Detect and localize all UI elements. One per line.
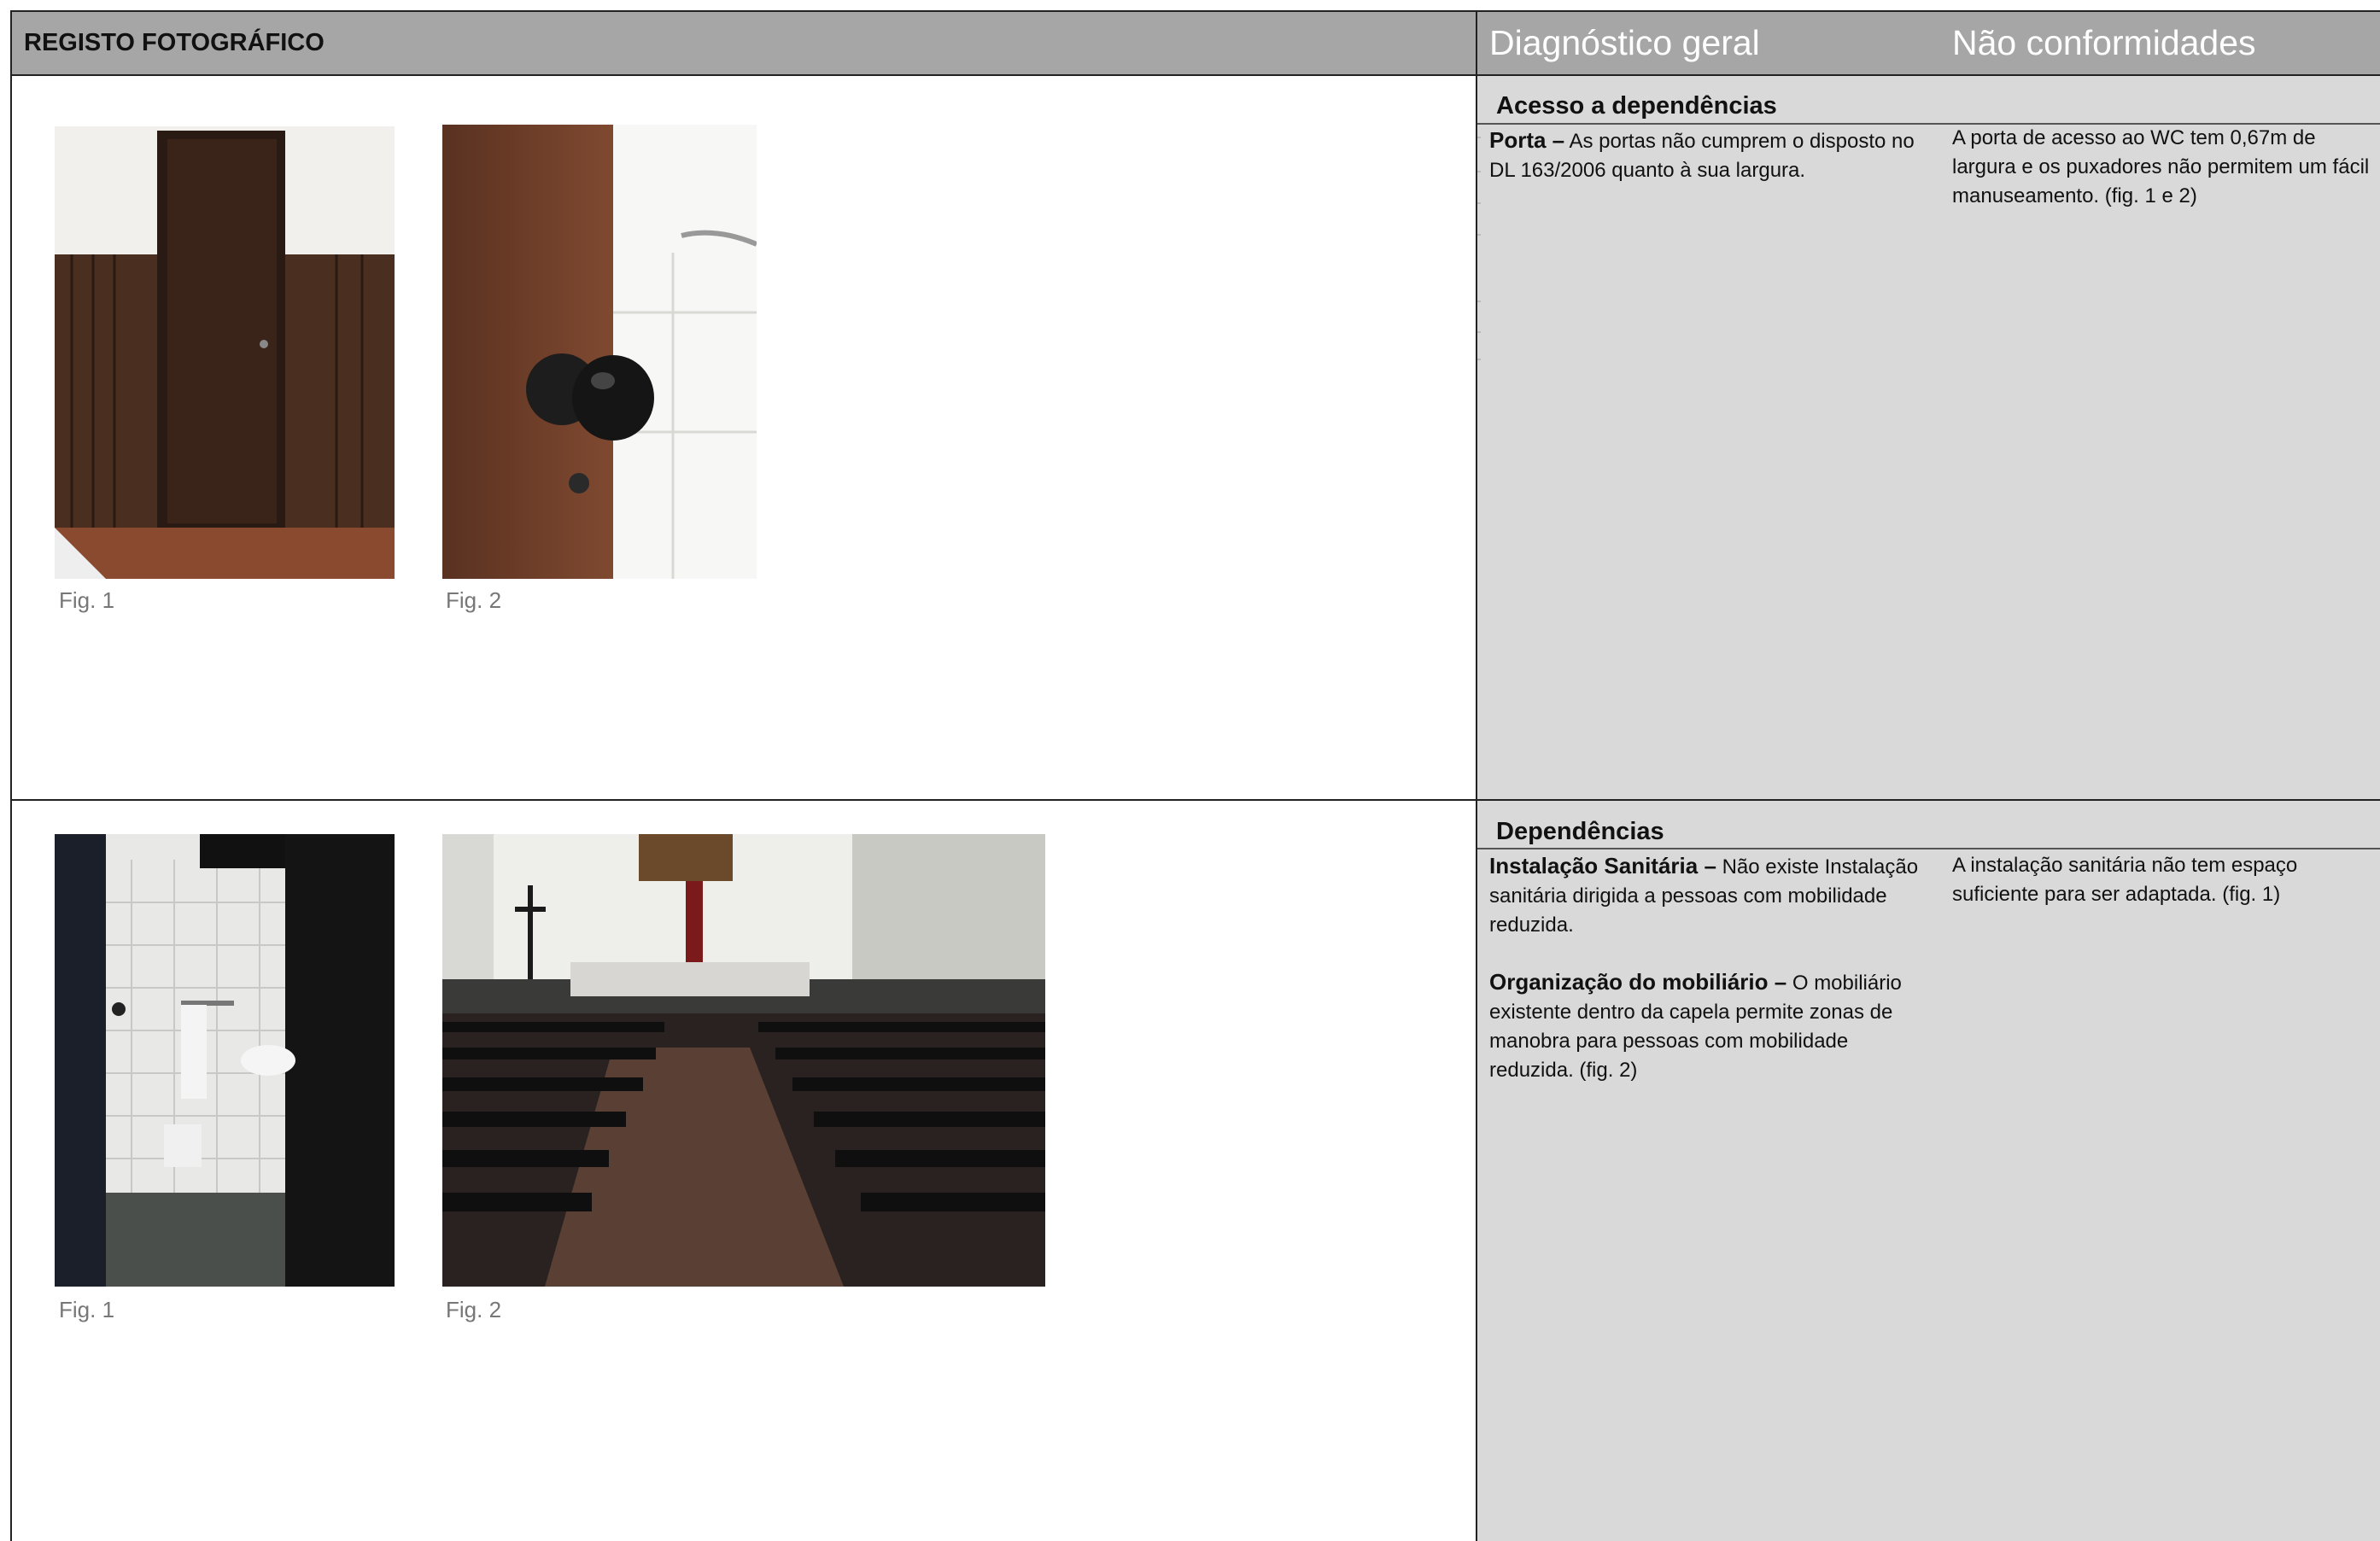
toilet-photo	[55, 834, 395, 1287]
toilet-label: Instalação Sanitária –	[1489, 853, 1716, 878]
margin-tick	[1477, 137, 1481, 138]
furniture-label: Organização do mobiliário –	[1489, 969, 1787, 995]
door-photo	[55, 126, 395, 579]
furniture-diagnosis: Organização do mobiliário – O mobiliário…	[1489, 967, 1933, 1085]
toilet-diagnosis: Instalação Sanitária – Não existe Instal…	[1489, 851, 1933, 940]
figure-caption: Fig. 2	[446, 587, 502, 613]
margin-tick	[1477, 171, 1481, 172]
door-label: Porta –	[1489, 127, 1565, 153]
margin-tick	[1477, 301, 1481, 302]
margin-tick	[1477, 331, 1481, 333]
margin-tick	[1477, 359, 1481, 360]
section-title-rooms: Dependências	[1496, 818, 1664, 845]
toilet-nonconformity: A instalação sanitária não tem espaço su…	[1952, 854, 2298, 906]
figure-caption: Fig. 1	[59, 587, 115, 613]
row-divider	[10, 799, 2380, 801]
chapel-photo	[442, 834, 1045, 1287]
figure-caption: Fig. 2	[446, 1297, 502, 1322]
door-nonconformity: A porta de acesso ao WC tem 0,67m de lar…	[1952, 126, 2370, 207]
margin-tick	[1477, 202, 1481, 204]
section-title-access: Acesso a dependências	[1496, 92, 1777, 120]
door-diagnosis: Porta – As portas não cumprem o disposto…	[1489, 125, 1933, 185]
column-divider	[1476, 10, 1477, 1541]
section-rule	[1477, 848, 2380, 849]
margin-tick	[1477, 234, 1481, 236]
door-knob-photo	[442, 125, 757, 579]
figure-caption: Fig. 1	[59, 1297, 115, 1322]
